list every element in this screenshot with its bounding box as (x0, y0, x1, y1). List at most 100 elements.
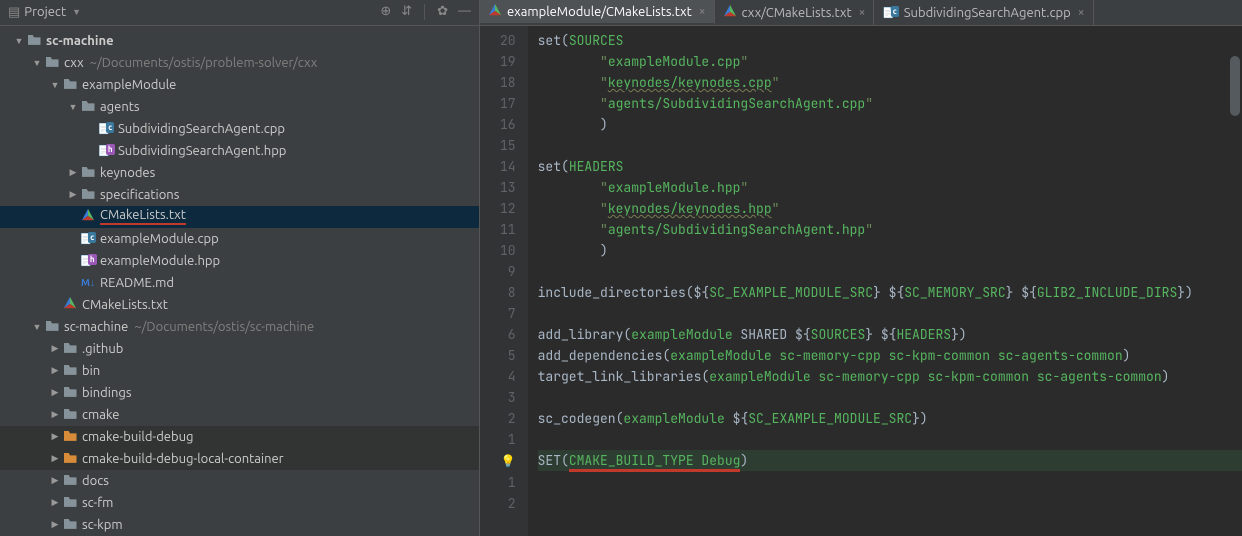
chevron-icon[interactable]: ▶ (48, 475, 62, 486)
gutter-line: 3 (500, 387, 516, 408)
code-line[interactable]: set(HEADERS (538, 156, 1242, 177)
chevron-icon[interactable]: ▶ (48, 343, 62, 354)
gear-icon[interactable]: ✿ (437, 4, 448, 20)
tab-label: SubdividingSearchAgent.cpp (904, 6, 1071, 20)
code-line[interactable]: include_directories(${SC_EXAMPLE_MODULE_… (538, 282, 1242, 303)
gutter-line: 8 (500, 282, 516, 303)
editor-area: exampleModule/CMakeLists.txt×cxx/CMakeLi… (480, 0, 1242, 536)
tree-item[interactable]: 📄hexampleModule.hpp (0, 250, 479, 272)
tree-item[interactable]: ▶ docs (0, 470, 479, 492)
tree-item[interactable]: ▼sc-machine~/Documents/ostis/sc-machine (0, 316, 479, 338)
code-line[interactable]: ) (538, 114, 1242, 135)
chevron-icon[interactable]: ▼ (66, 102, 80, 112)
tree-item[interactable]: ▶sc-kpm (0, 514, 479, 536)
code-line[interactable]: "keynodes/keynodes.hpp" (538, 198, 1242, 219)
code-line[interactable] (538, 135, 1242, 156)
tree-item[interactable]: ▼cxx~/Documents/ostis/problem-solver/cxx (0, 52, 479, 74)
tree-item[interactable]: ▶ bin (0, 360, 479, 382)
hide-icon[interactable]: — (458, 4, 471, 20)
folder-icon (62, 385, 78, 401)
tree-item[interactable]: 📄cexampleModule.cpp (0, 228, 479, 250)
tree-item[interactable]: ▶cmake (0, 404, 479, 426)
chevron-icon[interactable]: ▶ (48, 387, 62, 398)
code-line[interactable]: "agents/SubdividingSearchAgent.hpp" (538, 219, 1242, 240)
tree-item[interactable]: M↓README.md (0, 272, 479, 294)
code-line[interactable] (538, 429, 1242, 450)
editor-body[interactable]: 2019181716151413121110987654321💡12 set(S… (480, 26, 1242, 536)
tree-item[interactable]: CMakeLists.txt (0, 206, 479, 228)
gutter-line: 💡 (500, 450, 516, 472)
code-line[interactable] (538, 387, 1242, 408)
code-line[interactable]: target_link_libraries(exampleModule sc-m… (538, 366, 1242, 387)
tab-label: cxx/CMakeLists.txt (742, 6, 852, 20)
code-line[interactable]: ) (538, 240, 1242, 261)
tree-item-label: bin (82, 364, 100, 378)
chevron-icon[interactable]: ▼ (30, 322, 44, 332)
chevron-icon[interactable]: ▶ (48, 365, 62, 376)
tree-item[interactable]: 📄hSubdividingSearchAgent.hpp (0, 140, 479, 162)
expand-icon[interactable]: ⇵ (401, 4, 412, 20)
code-line[interactable] (538, 492, 1242, 513)
editor-code[interactable]: set(SOURCES "exampleModule.cpp" "keynode… (528, 26, 1242, 536)
close-icon[interactable]: × (859, 6, 866, 19)
code-line[interactable]: add_dependencies(exampleModule sc-memory… (538, 345, 1242, 366)
code-line[interactable] (538, 471, 1242, 492)
tree-item-hint: ~/Documents/ostis/sc-machine (134, 320, 314, 334)
locate-icon[interactable]: ⊕ (380, 4, 391, 20)
tree-item[interactable]: ▶.github (0, 338, 479, 360)
chevron-icon[interactable]: ▶ (48, 431, 62, 442)
project-view-selector[interactable]: ▤ Project ▼ (8, 5, 374, 20)
tree-item[interactable]: ▶specifications (0, 184, 479, 206)
tree-item[interactable]: CMakeLists.txt (0, 294, 479, 316)
project-tree[interactable]: ▼sc-machine▼cxx~/Documents/ostis/problem… (0, 26, 479, 536)
chevron-icon[interactable]: ▶ (48, 453, 62, 464)
tree-item[interactable]: ▼agents (0, 96, 479, 118)
intention-bulb-icon[interactable]: 💡 (501, 453, 516, 469)
tree-item[interactable]: 📄cSubdividingSearchAgent.cpp (0, 118, 479, 140)
code-line[interactable]: "exampleModule.hpp" (538, 177, 1242, 198)
chevron-icon[interactable]: ▼ (48, 80, 62, 90)
gutter-line: 12 (500, 198, 516, 219)
chevron-icon[interactable]: ▼ (30, 58, 44, 68)
sidebar-header: ▤ Project ▼ ⊕ ⇵ ✿ — (0, 0, 479, 26)
tree-item-label: README.md (100, 276, 174, 290)
chevron-icon[interactable]: ▶ (48, 497, 62, 508)
code-line[interactable]: set(SOURCES (538, 30, 1242, 51)
code-line[interactable]: "exampleModule.cpp" (538, 51, 1242, 72)
code-line[interactable]: add_library(exampleModule SHARED ${SOURC… (538, 324, 1242, 345)
code-line[interactable]: "agents/SubdividingSearchAgent.cpp" (538, 93, 1242, 114)
chevron-icon[interactable]: ▶ (66, 167, 80, 178)
folder-icon (62, 407, 78, 423)
gutter-line: 9 (500, 261, 516, 282)
scroll-thumb[interactable] (1230, 56, 1240, 116)
folder-icon (62, 363, 78, 379)
chevron-icon[interactable]: ▶ (48, 409, 62, 420)
tree-item[interactable]: ▼sc-machine (0, 30, 479, 52)
code-line[interactable]: sc_codegen(exampleModule ${SC_EXAMPLE_MO… (538, 408, 1242, 429)
tree-item-label: exampleModule (82, 78, 176, 92)
gutter-line: 14 (500, 156, 516, 177)
chevron-icon[interactable]: ▶ (66, 189, 80, 200)
editor-tab-bar: exampleModule/CMakeLists.txt×cxx/CMakeLi… (480, 0, 1242, 26)
editor-tab[interactable]: cxx/CMakeLists.txt × (715, 0, 875, 25)
gutter-line: 2 (500, 408, 516, 429)
tree-item[interactable]: ▶keynodes (0, 162, 479, 184)
code-line[interactable] (538, 261, 1242, 282)
close-icon[interactable]: × (699, 5, 706, 18)
tree-item[interactable]: ▶sc-fm (0, 492, 479, 514)
code-line[interactable]: "keynodes/keynodes.cpp" (538, 72, 1242, 93)
tree-item[interactable]: ▼ exampleModule (0, 74, 479, 96)
tree-item-label: docs (82, 474, 109, 488)
chevron-icon[interactable]: ▼ (12, 36, 26, 46)
editor-tab[interactable]: 📄cSubdividingSearchAgent.cpp× (874, 0, 1093, 25)
gutter-line: 2 (500, 493, 516, 514)
code-line[interactable]: SET(CMAKE_BUILD_TYPE Debug) (538, 450, 1242, 471)
close-icon[interactable]: × (1078, 6, 1085, 19)
cmake-icon (723, 4, 737, 21)
code-line[interactable] (538, 303, 1242, 324)
editor-tab[interactable]: exampleModule/CMakeLists.txt× (480, 0, 715, 25)
chevron-icon[interactable]: ▶ (48, 519, 62, 530)
tree-item[interactable]: ▶cmake-build-debug (0, 426, 479, 448)
tree-item[interactable]: ▶bindings (0, 382, 479, 404)
tree-item[interactable]: ▶cmake-build-debug-local-container (0, 448, 479, 470)
